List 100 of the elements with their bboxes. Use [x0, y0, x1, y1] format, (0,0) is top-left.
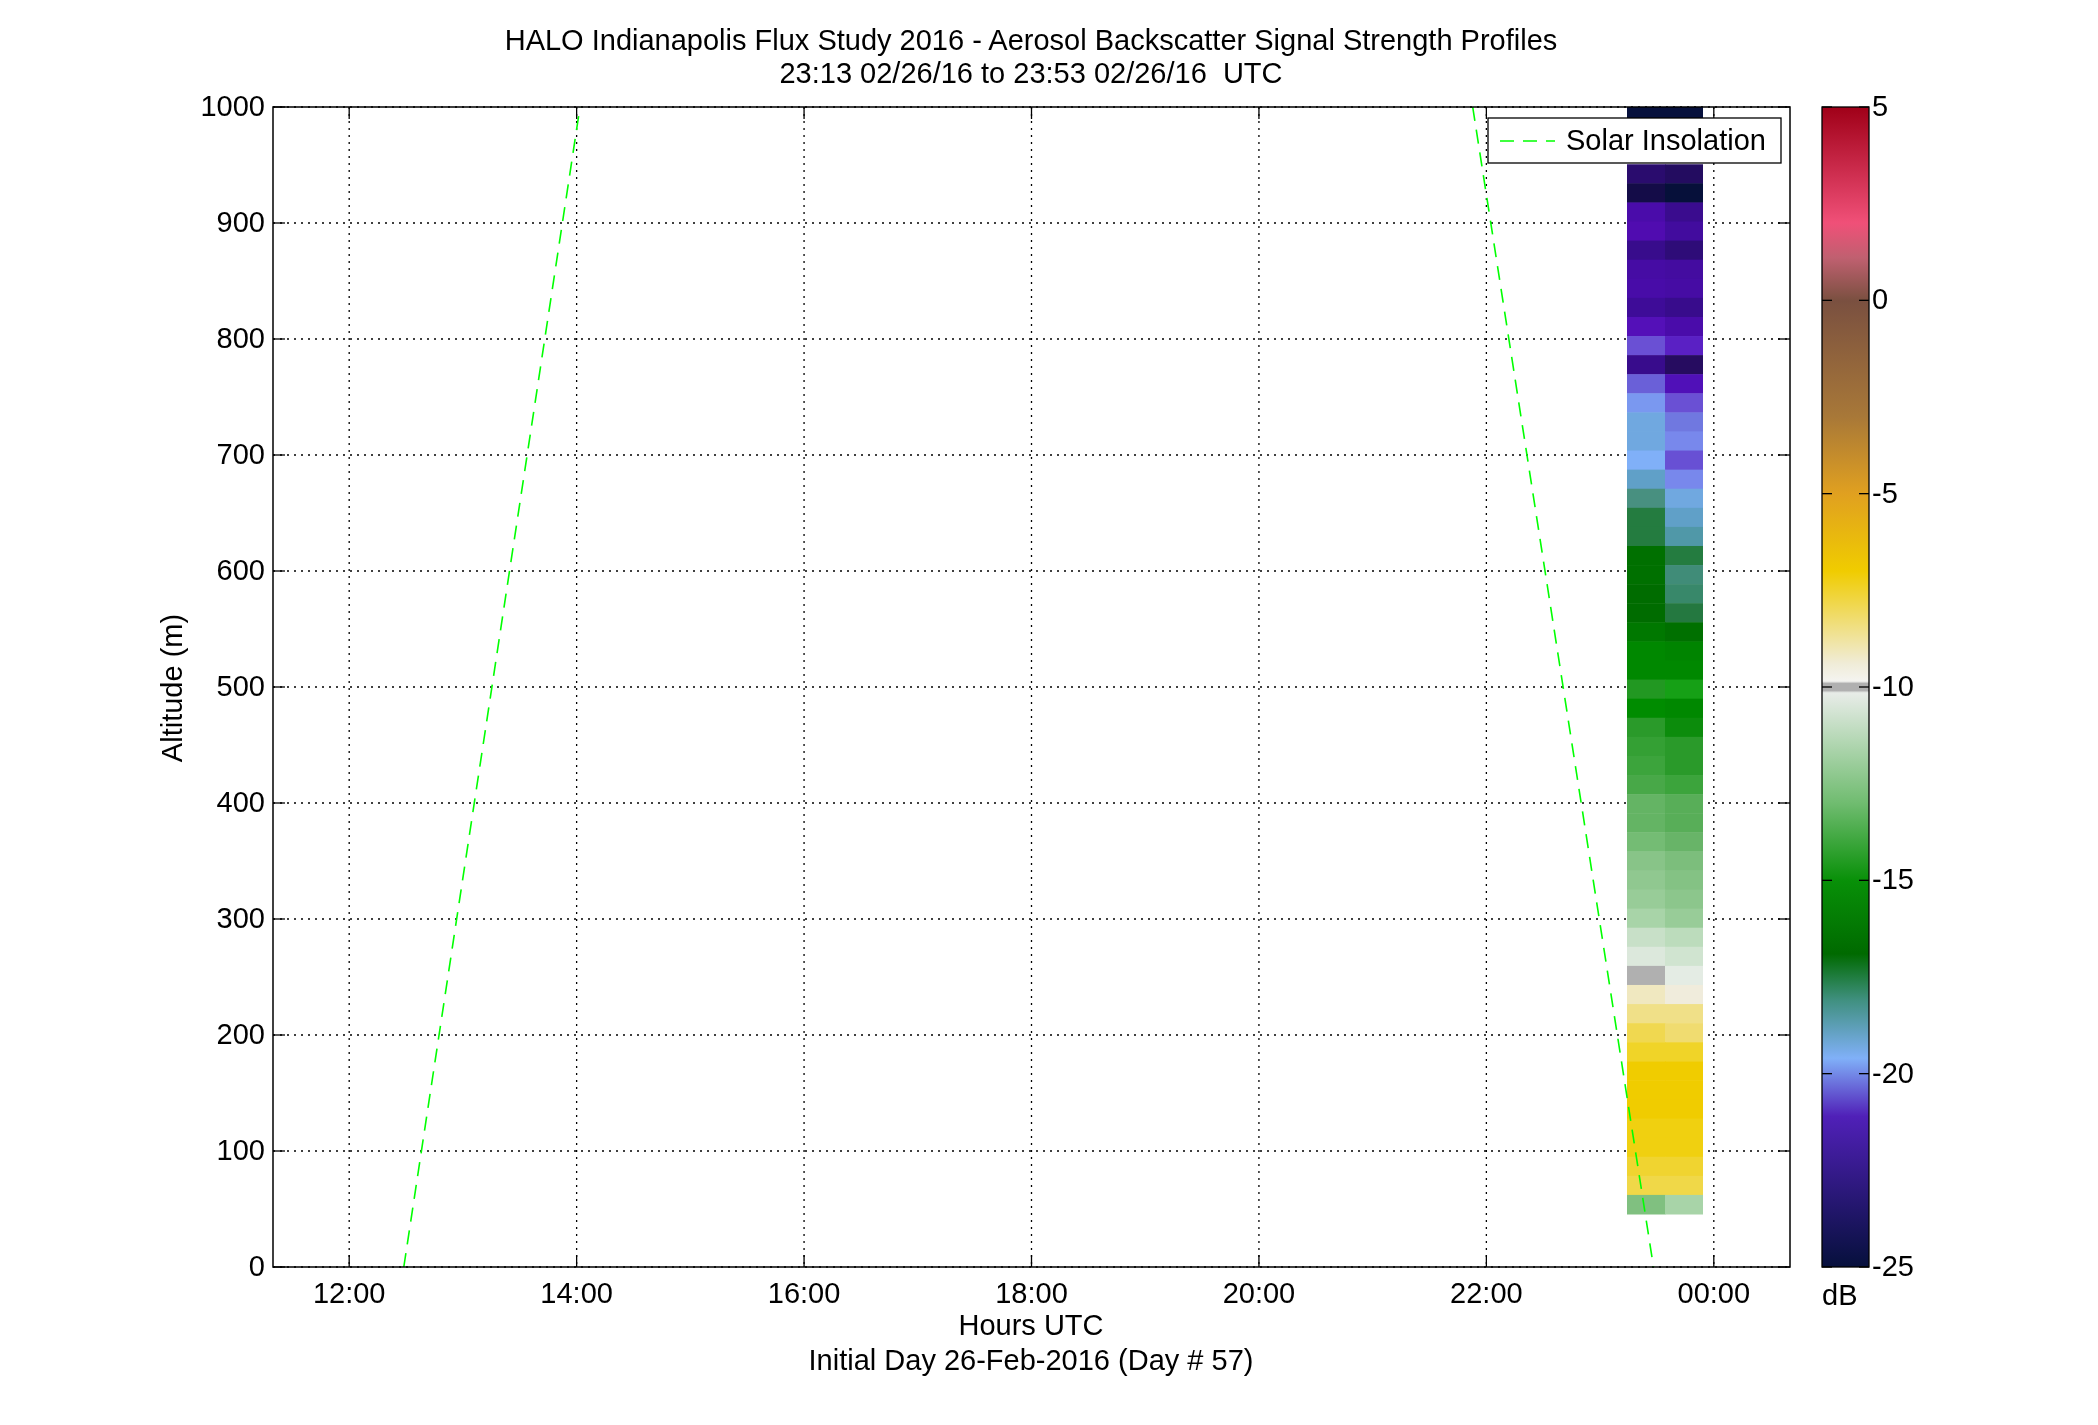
heatmap-cell — [1627, 278, 1666, 299]
heatmap-cell — [1665, 393, 1703, 413]
colorbar-tick-label: -15 — [1872, 863, 1914, 896]
heatmap-cell — [1665, 183, 1703, 203]
heatmap-cell — [1627, 908, 1666, 929]
heatmap-cell — [1627, 622, 1666, 642]
x-axis-label: Hours UTC — [958, 1309, 1104, 1341]
heatmap-cell — [1627, 316, 1666, 337]
heatmap-cell — [1665, 794, 1703, 814]
heatmap-cell — [1627, 1042, 1666, 1062]
heatmap-cell — [1627, 889, 1666, 910]
heatmap-cell — [1665, 889, 1703, 910]
x-tick-label: 12:00 — [312, 1277, 386, 1309]
y-tick-label: 300 — [216, 902, 265, 934]
heatmap-cell — [1665, 679, 1703, 700]
heatmap-cell — [1665, 717, 1703, 738]
y-tick-label: 100 — [216, 1134, 265, 1166]
heatmap-cell — [1627, 355, 1666, 375]
x-tick-label: 16:00 — [767, 1277, 841, 1309]
heatmap-cell — [1665, 450, 1703, 471]
heatmap-cell — [1665, 775, 1703, 795]
heatmap-cell — [1627, 431, 1666, 452]
heatmap-cell — [1627, 107, 1666, 118]
legend-label: Solar Insolation — [1566, 124, 1766, 156]
heatmap-cell — [1665, 1061, 1703, 1081]
heatmap-cell — [1627, 755, 1666, 776]
y-tick-label: 1000 — [200, 90, 265, 122]
heatmap-cell — [1627, 221, 1666, 242]
x-tick-label: 20:00 — [1222, 1277, 1296, 1309]
heatmap-cell — [1665, 927, 1703, 948]
heatmap-cell — [1627, 526, 1666, 547]
chart-title: HALO Indianapolis Flux Study 2016 - Aerosol Backscatter Signal Strength Profiles — [504, 24, 1558, 56]
y-tick-label: 700 — [216, 438, 265, 470]
chart-subtitle: 23:13 02/26/16 to 23:53 02/26/16 UTC — [779, 57, 1283, 89]
heatmap-cell — [1665, 469, 1703, 490]
heatmap-cell — [1627, 374, 1666, 394]
heatmap-cell — [1665, 316, 1703, 337]
heatmap-cell — [1627, 1023, 1666, 1043]
x-tick-label: 22:00 — [1450, 1277, 1523, 1309]
heatmap-cell — [1665, 584, 1703, 604]
heatmap-cell — [1665, 603, 1703, 623]
heatmap-cell — [1665, 641, 1703, 661]
heatmap-cell — [1627, 603, 1666, 623]
heatmap-cell — [1665, 412, 1703, 432]
colorbar-unit-label: dB — [1822, 1279, 1858, 1311]
y-tick-label: 200 — [216, 1018, 265, 1050]
heatmap-cell — [1665, 546, 1703, 566]
heatmap-cell — [1627, 965, 1666, 986]
heatmap-cell — [1627, 183, 1666, 203]
heatmap-cell — [1665, 851, 1703, 871]
heatmap-cell — [1665, 965, 1703, 986]
heatmap-cell — [1627, 984, 1666, 1005]
heatmap-cell — [1627, 1061, 1666, 1081]
heatmap-cell — [1665, 526, 1703, 547]
heatmap-cell — [1627, 488, 1666, 509]
heatmap-cell — [1665, 374, 1703, 394]
heatmap-cell — [1627, 736, 1666, 757]
heatmap-cell — [1627, 775, 1666, 795]
heatmap-cell — [1665, 908, 1703, 929]
heatmap-cell — [1665, 164, 1703, 184]
heatmap-cell — [1627, 870, 1666, 891]
heatmap-cell — [1627, 584, 1666, 604]
heatmap-cell — [1665, 221, 1703, 242]
heatmap-cell — [1665, 813, 1703, 833]
heatmap-cell — [1627, 546, 1666, 566]
heatmap-cell — [1665, 870, 1703, 891]
heatmap-cell — [1665, 431, 1703, 452]
x-tick-label: 18:00 — [995, 1277, 1068, 1309]
heatmap-cell — [1665, 259, 1703, 280]
heatmap-cell — [1665, 507, 1703, 528]
heatmap-cell — [1627, 946, 1666, 967]
colorbar-tick-label: -5 — [1872, 476, 1898, 509]
x-tick-label: 00:00 — [1677, 1277, 1751, 1309]
heatmap-cell — [1627, 565, 1666, 585]
y-axis-label: Altitude (m) — [156, 613, 188, 763]
heatmap-cell — [1665, 736, 1703, 757]
heatmap-cell — [1627, 698, 1666, 719]
heatmap-cell — [1665, 698, 1703, 719]
heatmap-cell — [1627, 259, 1666, 280]
heatmap-cell — [1665, 755, 1703, 776]
heatmap-cell — [1665, 946, 1703, 967]
heatmap-cell — [1665, 240, 1703, 261]
heatmap-cell — [1665, 1194, 1703, 1215]
heatmap-cell — [1665, 1042, 1703, 1062]
chart-caption: Initial Day 26-Feb-2016 (Day # 57) — [808, 1344, 1254, 1376]
heatmap-cell — [1627, 1004, 1666, 1024]
heatmap-cell — [1627, 202, 1666, 222]
heatmap-cell — [1665, 984, 1703, 1005]
heatmap-cell — [1627, 679, 1666, 700]
heatmap-cell — [1627, 336, 1666, 356]
heatmap-cell — [1665, 336, 1703, 356]
heatmap-cell — [1665, 488, 1703, 509]
heatmap-cell — [1627, 507, 1666, 528]
heatmap-cell — [1665, 1175, 1703, 1196]
heatmap-cell — [1627, 240, 1666, 261]
heatmap-cell — [1627, 832, 1666, 852]
heatmap-cell — [1665, 565, 1703, 585]
y-tick-label: 800 — [216, 322, 265, 354]
heatmap-cell — [1665, 107, 1703, 118]
colorbar-tick-label: -20 — [1872, 1056, 1914, 1089]
